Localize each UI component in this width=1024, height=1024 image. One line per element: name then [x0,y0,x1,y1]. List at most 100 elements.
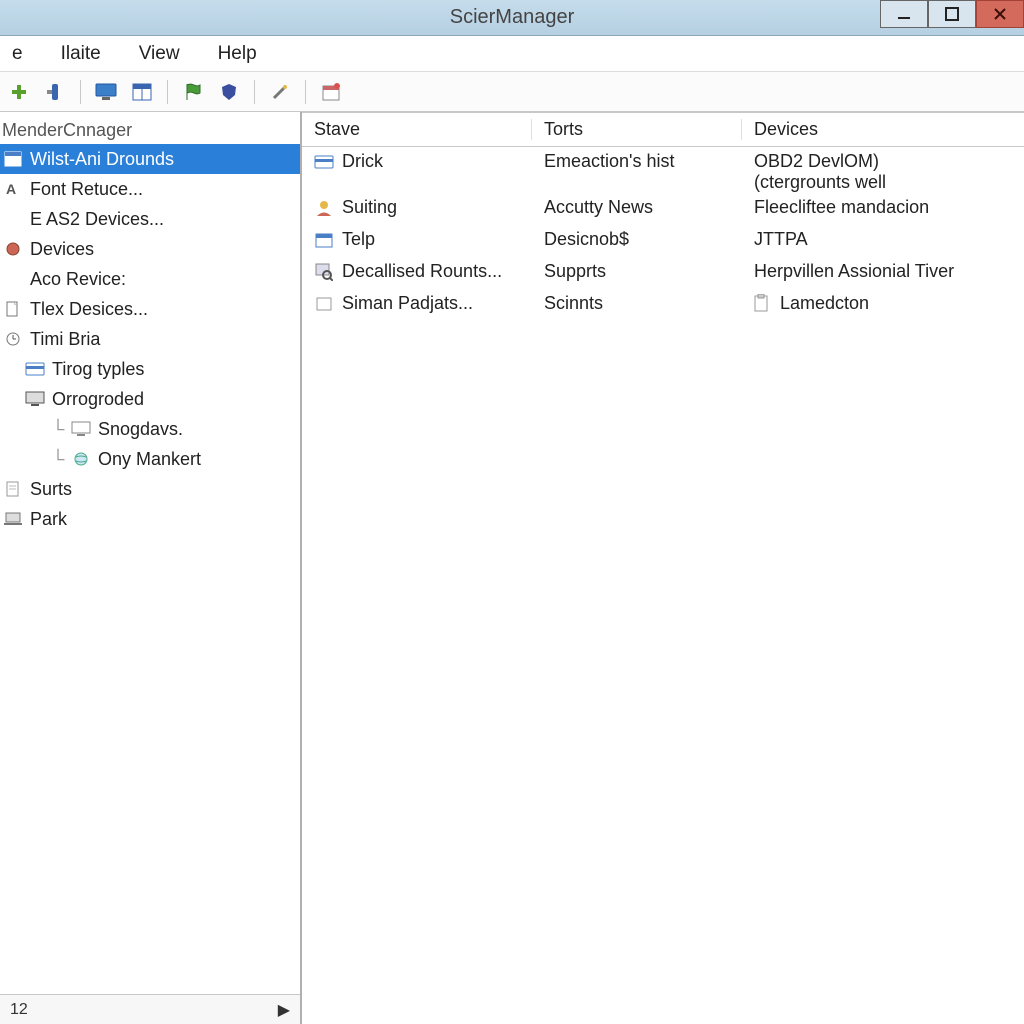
flag-icon[interactable] [180,79,206,105]
tree-item-8[interactable]: Orrogroded [0,384,300,414]
tree-item-6[interactable]: Timi Bria [0,324,300,354]
tree-item-11[interactable]: Surts [0,474,300,504]
list-row-3[interactable]: Decallised Rounts... Supprts Herpvillen As… [302,257,1024,289]
tree-item-4[interactable]: Aco Revice: [0,264,300,294]
tree-item-12[interactable]: Park [0,504,300,534]
globe-icon [70,448,92,470]
scroll-right-icon[interactable]: ▶ [278,1000,290,1020]
shield-icon[interactable] [216,79,242,105]
connect-icon[interactable] [42,79,68,105]
cell-c2: Scinnts [532,293,742,314]
list-header: Stave Torts Devices [302,113,1024,147]
cell-c1-label: Siman Padjats... [342,293,473,314]
cal-icon [314,230,334,250]
list-row-2[interactable]: Telp Desicnob$ JTTPA [302,225,1024,257]
tree-item-label: Snogdavs. [98,419,183,440]
tree-item-label: Ony Mankert [98,449,201,470]
tree-connector-icon: └ [46,449,70,470]
sheet-icon[interactable] [129,79,155,105]
tree: MenderCnnager Wilst-Ani DroundsAFont Ret… [0,112,300,994]
cell-c2-label: Supprts [544,261,606,282]
cell-c3: OBD2 DevlOM)(ctergrounts well [742,151,1024,193]
cell-c1-label: Telp [342,229,375,250]
tree-item-9[interactable]: └ Snogdavs. [0,414,300,444]
cell-c3: Fleecliftee mandacion [742,197,1024,218]
none [2,268,24,290]
menu-item-0[interactable]: e [6,41,29,67]
tree-item-0[interactable]: Wilst-Ani Drounds [0,144,300,174]
box-icon [314,294,334,314]
tree-item-label: Aco Revice: [30,269,126,290]
add-icon[interactable] [6,79,32,105]
menu-item-3[interactable]: Help [212,41,263,67]
cell-c3: Herpvillen Assionial Tiver [742,261,1024,282]
tree-item-label: Surts [30,479,72,500]
maximize-button[interactable] [928,0,976,28]
list-row-4[interactable]: Siman Padjats... Scinnts Lamedcton [302,289,1024,321]
list-row-0[interactable]: Drick Emeaction's hist OBD2 DevlOM)(ctergr… [302,147,1024,193]
tree-item-label: Orrogroded [52,389,144,410]
cell-c1-label: Suiting [342,197,397,218]
none [2,208,24,230]
cell-c1-label: Drick [342,151,383,172]
close-button[interactable] [976,0,1024,28]
tree-item-3[interactable]: Devices [0,234,300,264]
cell-c3: JTTPA [742,229,1024,250]
page-number: 12 [10,1001,28,1019]
cell-c3a: Lamedcton [754,293,869,314]
page-icon [2,478,24,500]
search-icon [314,262,334,282]
sidebar-footer: 12 ▶ [0,994,300,1024]
cell-c3: Lamedcton [742,293,1024,314]
monitor-icon[interactable] [93,79,119,105]
minimize-button[interactable] [880,0,928,28]
column-header-3[interactable]: Devices [742,119,1024,140]
toolbar-separator [305,80,306,104]
svg-text:A: A [6,181,16,197]
cell-c3a: JTTPA [754,229,808,250]
list-body: Drick Emeaction's hist OBD2 DevlOM)(ctergr… [302,147,1024,1024]
cell-c1: Decallised Rounts... [302,261,532,282]
tree-connector-icon: └ [46,419,70,440]
clipboard-icon [754,294,774,314]
tree-item-label: Devices [30,239,94,260]
cell-c2-label: Accutty News [544,197,653,218]
tree-item-1[interactable]: AFont Retuce... [0,174,300,204]
cell-c1-label: Decallised Rounts... [342,261,502,282]
cell-c1: Suiting [302,197,532,218]
menu-item-2[interactable]: View [133,41,186,67]
user-icon [314,198,334,218]
card-icon [314,152,334,172]
cell-c2-label: Emeaction's hist [544,151,675,172]
cell-c2: Accutty News [532,197,742,218]
tree-item-label: Timi Bria [30,329,100,350]
cell-c3b: (ctergrounts well [754,172,886,193]
cell-c1: Telp [302,229,532,250]
wand-icon[interactable] [267,79,293,105]
tree-header[interactable]: MenderCnnager [0,116,300,144]
cell-c2-label: Desicnob$ [544,229,629,250]
cell-c1: Siman Padjats... [302,293,532,314]
menu-item-1[interactable]: Ilaite [55,41,107,67]
cell-c1: Drick [302,151,532,172]
calendar-icon[interactable] [318,79,344,105]
card-icon [24,358,46,380]
content-area: MenderCnnager Wilst-Ani DroundsAFont Ret… [0,112,1024,1024]
tree-header-label: MenderCnnager [2,120,132,141]
tree-item-7[interactable]: Tirog typles [0,354,300,384]
column-header-2[interactable]: Torts [532,119,742,140]
titlebar: ScierManager [0,0,1024,36]
device-icon [2,238,24,260]
tree-item-10[interactable]: └ Ony Mankert [0,444,300,474]
list-row-1[interactable]: Suiting Accutty News Fleecliftee mandacion [302,193,1024,225]
tree-item-label: Tlex Desices... [30,299,148,320]
tree-item-2[interactable]: E AS2 Devices... [0,204,300,234]
cell-c2: Desicnob$ [532,229,742,250]
tree-item-label: Park [30,509,67,530]
menubar: e Ilaite View Help [0,36,1024,72]
cell-c2: Supprts [532,261,742,282]
column-header-1[interactable]: Stave [302,119,532,140]
tree-item-5[interactable]: Tlex Desices... [0,294,300,324]
main-panel: Stave Torts Devices Drick Emeaction's his… [302,112,1024,1024]
monitor-icon [24,388,46,410]
